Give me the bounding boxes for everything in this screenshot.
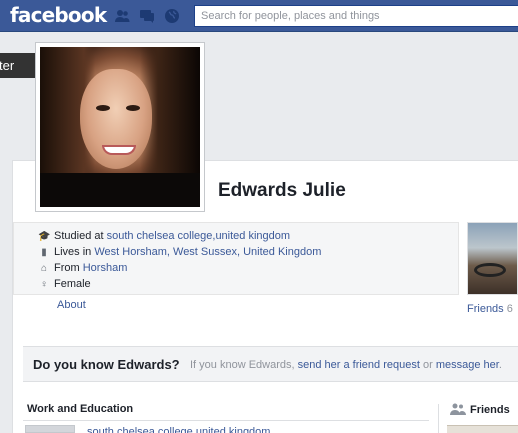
work-education-item-link[interactable]: south chelsea college,united kingdom bbox=[87, 425, 270, 433]
facebook-logo[interactable]: facebook bbox=[10, 3, 107, 27]
top-navigation-bar: facebook bbox=[0, 0, 518, 32]
search-box[interactable] bbox=[194, 5, 518, 27]
do-you-know-title: Do you know Edwards? bbox=[33, 357, 180, 372]
search-input[interactable] bbox=[195, 6, 518, 26]
do-you-know-text: If you know Edwards, send her a friend r… bbox=[190, 359, 502, 371]
friend-requests-icon[interactable] bbox=[114, 8, 130, 24]
profile-picture[interactable] bbox=[35, 42, 205, 212]
friends-count: 6 bbox=[506, 303, 513, 315]
college-thumbnail[interactable] bbox=[25, 425, 75, 433]
friends-section-label: Friends bbox=[470, 404, 510, 416]
know-text-2: or bbox=[419, 359, 436, 371]
friends-tab-link[interactable]: Friends 6 bbox=[467, 303, 513, 315]
info-prefix: Studied at bbox=[54, 230, 107, 242]
profile-name[interactable]: Edwards Julie bbox=[218, 180, 346, 202]
friends-icon bbox=[450, 403, 466, 415]
female-icon: ♀ bbox=[40, 279, 48, 290]
work-education-heading: Work and Education bbox=[27, 403, 134, 415]
know-text-3: . bbox=[498, 359, 502, 371]
info-gender: Female bbox=[54, 278, 91, 290]
messages-icon[interactable] bbox=[139, 8, 155, 24]
friends-section-heading: Friends bbox=[450, 403, 510, 416]
motorbike-image bbox=[474, 263, 506, 277]
info-prefix: Lives in bbox=[54, 246, 95, 258]
do-you-know-bar: Do you know Edwards? If you know Edwards… bbox=[23, 346, 518, 382]
info-line-gender: ♀ Female bbox=[38, 276, 91, 292]
info-line-lives: ▮ Lives in West Horsham, West Sussex, Uni… bbox=[38, 244, 321, 260]
friend-photo-thumbnail[interactable] bbox=[467, 222, 518, 295]
column-divider bbox=[438, 404, 439, 433]
info-line-from: ⌂ From Horsham bbox=[38, 260, 127, 276]
location-link[interactable]: West Horsham, West Sussex, United Kingdo… bbox=[94, 246, 321, 258]
graduation-cap-icon: 🎓 bbox=[38, 231, 51, 242]
divider bbox=[23, 420, 429, 421]
profile-info-box: 🎓 Studied at south chelsea college,united… bbox=[13, 222, 459, 295]
know-text-1: If you know Edwards, bbox=[190, 359, 298, 371]
info-line-education: 🎓 Studied at south chelsea college,united… bbox=[38, 228, 290, 244]
notifications-globe-icon[interactable] bbox=[164, 8, 180, 24]
message-her-link[interactable]: message her bbox=[436, 359, 499, 371]
building-icon: ▮ bbox=[41, 247, 47, 258]
hometown-link[interactable]: Horsham bbox=[83, 262, 128, 274]
friends-label: Friends bbox=[467, 303, 504, 315]
profile-photo bbox=[40, 47, 200, 207]
college-link[interactable]: south chelsea college,united kingdom bbox=[107, 230, 290, 242]
info-prefix: From bbox=[54, 262, 83, 274]
house-icon: ⌂ bbox=[40, 263, 48, 274]
send-friend-request-link[interactable]: send her a friend request bbox=[298, 359, 420, 371]
about-link[interactable]: About bbox=[57, 299, 86, 311]
friend-thumbnail-strip[interactable] bbox=[447, 425, 518, 433]
